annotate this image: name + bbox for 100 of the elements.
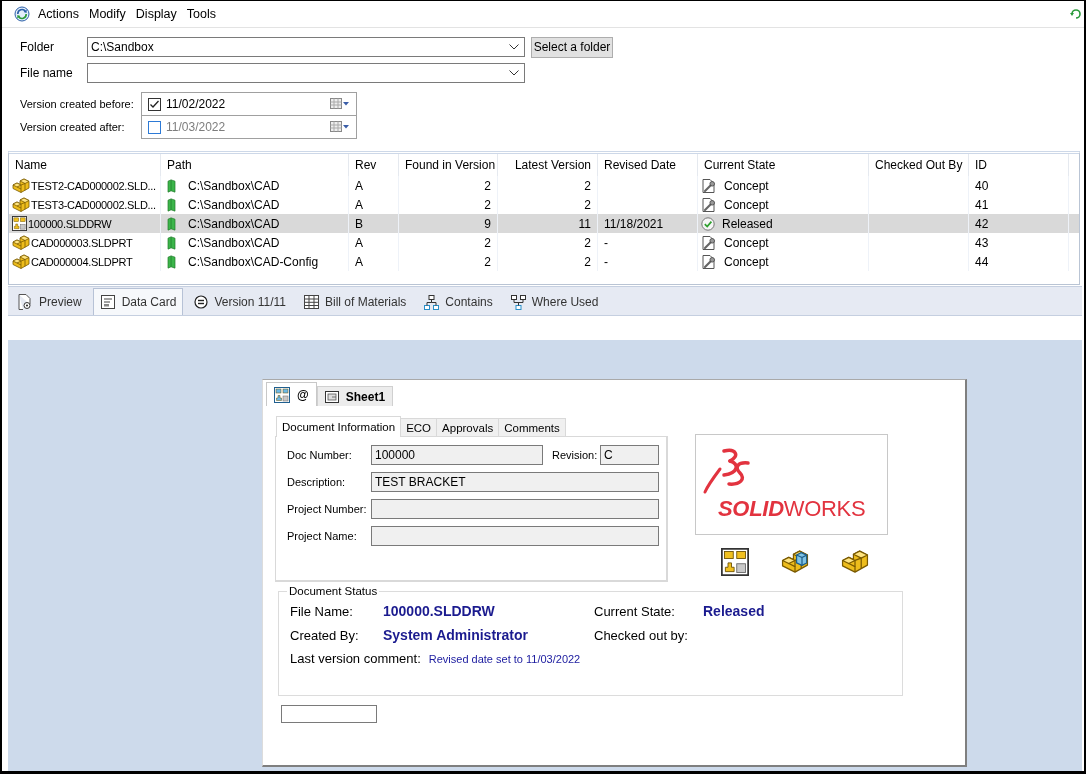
l-block-icon — [12, 196, 30, 213]
bookmark-icon — [167, 178, 176, 193]
input-field[interactable] — [371, 499, 659, 519]
input-field[interactable]: 100000 — [371, 445, 543, 465]
tab[interactable]: Version 11/11 — [187, 288, 293, 315]
chevron-down-icon — [509, 70, 519, 76]
card-icon — [99, 294, 116, 310]
table-cell: 43 — [975, 235, 989, 250]
column-header[interactable]: Path — [161, 154, 349, 176]
field-value: Released — [703, 603, 766, 619]
wrench-icon — [701, 234, 717, 251]
table-cell: 40 — [975, 178, 989, 193]
table-cell: 2 — [484, 235, 491, 250]
drawing-sheet-icon — [12, 216, 27, 231]
table-row[interactable]: CAD000004.SLDPRT C:\Sandbox\CAD-Config A 2 2 - Concept 44 — [9, 252, 1079, 271]
field-label: Created By: — [290, 627, 360, 643]
table-cell: 100000.SLDDRW — [28, 217, 112, 230]
table-grid-icon — [304, 295, 319, 309]
table-row[interactable]: TEST2-CAD000002.SLD... C:\Sandbox\CAD A 2 2 Concept 40 — [9, 176, 1079, 195]
menu-item[interactable]: Actions — [33, 5, 84, 23]
tab[interactable]: Data Card — [92, 288, 184, 315]
select-folder-button[interactable]: Select a folder — [531, 36, 613, 58]
table-cell: 11 — [578, 216, 591, 231]
input-field[interactable]: TEST BRACKET — [371, 472, 659, 492]
table-cell: 2 — [484, 178, 491, 193]
page-eye-icon — [17, 294, 33, 310]
table-cell: C:\Sandbox\CAD — [188, 197, 280, 212]
field-label: Folder — [20, 40, 55, 54]
tab[interactable]: Document Information — [276, 416, 402, 437]
table-cell: Concept — [724, 254, 769, 269]
field-value: Revised date set to 11/03/2022 — [428, 653, 581, 665]
table-cell: C:\Sandbox\CAD — [188, 216, 280, 231]
table-cell: B — [355, 216, 363, 231]
menu-item[interactable]: Tools — [181, 5, 221, 23]
tab[interactable]: Bill of Materials — [297, 288, 414, 315]
tab[interactable]: ECO — [400, 418, 438, 436]
table-cell: 44 — [975, 254, 989, 269]
field-label: File name — [20, 66, 74, 80]
wrench-icon — [701, 253, 717, 270]
column-header[interactable]: Latest Version — [498, 154, 598, 176]
drawing-sheet-icon — [721, 548, 749, 576]
table-cell: CAD000003.SLDPRT — [31, 236, 133, 249]
field-label: Version created after: — [20, 120, 126, 135]
tab[interactable]: Comments — [498, 418, 566, 436]
l-block-icon — [12, 253, 30, 270]
field-label: Doc Number: — [287, 449, 353, 461]
checkbox[interactable] — [148, 97, 161, 111]
table-row[interactable]: CAD000003.SLDPRT C:\Sandbox\CAD A 2 2 - Concept 43 — [9, 233, 1079, 252]
input-field[interactable]: C — [600, 445, 659, 465]
l-block-icon — [12, 177, 30, 194]
sheet-icon — [324, 390, 339, 403]
drawing-sheet-icon — [274, 386, 290, 403]
table-cell: - — [604, 254, 608, 269]
block-with-cube-icon — [781, 548, 809, 576]
tab[interactable]: Sheet1 — [316, 386, 394, 406]
menu-item[interactable]: Modify — [84, 5, 131, 23]
equals-circle-icon — [194, 295, 209, 309]
bookmark-icon — [167, 197, 176, 212]
tab[interactable]: Preview — [10, 288, 89, 315]
table-cell: TEST3-CAD000002.SLD... — [31, 198, 156, 211]
refresh-icon[interactable] — [1070, 8, 1082, 20]
field-label: File Name: — [290, 603, 354, 619]
field-label: Project Number: — [287, 503, 368, 515]
field-value: System Administrator — [383, 627, 529, 643]
table-cell: A — [355, 254, 363, 269]
table-cell: 2 — [484, 197, 491, 212]
file-name-combo[interactable] — [87, 63, 525, 83]
input-field[interactable] — [281, 705, 377, 723]
table-cell: A — [355, 197, 363, 212]
table-cell: - — [604, 235, 608, 250]
table-row[interactable]: 100000.SLDDRW C:\Sandbox\CAD B 9 11 11/18/2021 Released 42 — [9, 214, 1079, 233]
table-cell: 2 — [484, 254, 491, 269]
bookmark-icon — [167, 216, 176, 231]
tab[interactable]: Approvals — [436, 418, 500, 436]
column-header[interactable]: Checked Out By — [869, 154, 969, 176]
checkbox[interactable] — [148, 120, 161, 134]
date-picker[interactable]: 11/02/2022 — [141, 92, 357, 116]
table-cell: 9 — [484, 216, 491, 231]
calendar-dropdown-icon[interactable] — [330, 98, 350, 110]
column-header[interactable]: Rev — [349, 154, 399, 176]
calendar-dropdown-icon[interactable] — [330, 121, 350, 133]
column-header[interactable]: Name — [9, 154, 161, 176]
tab[interactable]: Contains — [417, 288, 500, 315]
group-title: Document Status — [288, 585, 379, 597]
table-cell: A — [355, 178, 363, 193]
bookmark-icon — [167, 235, 176, 250]
table-cell: Released — [722, 216, 773, 231]
input-field[interactable] — [371, 526, 659, 546]
table-cell: CAD000004.SLDPRT — [31, 255, 133, 268]
tab[interactable]: Where Used — [503, 288, 606, 315]
field-label: Description: — [287, 476, 347, 488]
column-header[interactable]: ID — [969, 154, 1069, 176]
tab[interactable]: @ — [266, 382, 317, 406]
reverse-hierarchy-icon — [510, 294, 526, 310]
date-picker[interactable]: 11/03/2022 — [141, 115, 357, 139]
column-header[interactable]: Found in Version — [399, 154, 498, 176]
menu-item[interactable]: Display — [130, 5, 182, 23]
folder-combo[interactable]: C:\Sandbox — [87, 37, 525, 57]
column-header[interactable]: Revised Date — [598, 154, 698, 176]
column-header[interactable]: Current State — [698, 154, 869, 176]
